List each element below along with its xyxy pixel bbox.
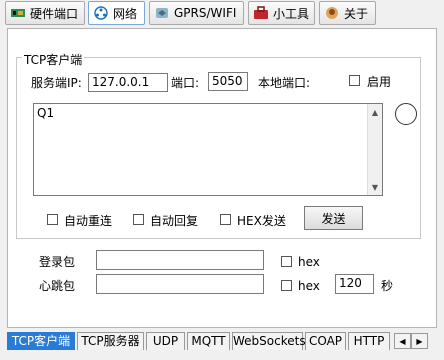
- tab-label: GPRS/WIFI: [174, 6, 237, 20]
- seconds-label: 秒: [381, 279, 394, 293]
- login-packet-input[interactable]: [96, 250, 264, 270]
- login-packet-label: 登录包: [39, 255, 76, 269]
- enable-label: 启用: [367, 75, 392, 89]
- tab-network[interactable]: 网络: [88, 1, 145, 25]
- bottom-tab-websockets[interactable]: WebSockets: [232, 332, 306, 350]
- tab-scroll-right-icon[interactable]: ▶: [411, 333, 428, 349]
- bottom-tab-coap[interactable]: COAP: [305, 332, 346, 350]
- auto-reply-label: 自动回复: [150, 214, 199, 228]
- auto-reply-checkbox[interactable]: [133, 214, 144, 225]
- port-label: 端口:: [171, 76, 200, 90]
- hex-send-label: HEX发送: [237, 214, 286, 228]
- enable-checkbox[interactable]: [349, 75, 360, 86]
- tab-label: 网络: [113, 6, 138, 21]
- auto-reconnect-checkbox[interactable]: [47, 214, 58, 225]
- login-hex-label: hex: [298, 255, 320, 269]
- auto-reconnect-label: 自动重连: [64, 214, 113, 228]
- tab-scroll-left-icon[interactable]: ◀: [394, 333, 411, 349]
- tab-gprs-wifi[interactable]: GPRS/WIFI: [149, 1, 244, 25]
- tab-label: 小工具: [273, 6, 310, 21]
- heartbeat-packet-label: 心跳包: [39, 279, 76, 293]
- bottom-tab-tcp-server[interactable]: TCP服务器: [77, 332, 144, 350]
- tab-about[interactable]: 关于: [319, 1, 376, 25]
- hex-send-checkbox[interactable]: [220, 214, 231, 225]
- local-port-label: 本地端口:: [258, 76, 311, 90]
- heartbeat-hex-label: hex: [298, 279, 320, 293]
- network-icon: [93, 6, 109, 20]
- toolbox-icon: [253, 6, 269, 20]
- tab-tools[interactable]: 小工具: [248, 1, 315, 25]
- group-title: TCP客户端: [22, 51, 85, 68]
- about-icon: [324, 6, 340, 20]
- heartbeat-hex-checkbox[interactable]: [281, 280, 292, 291]
- bottom-tab-http[interactable]: HTTP: [348, 332, 390, 350]
- message-text: Q1: [37, 106, 55, 120]
- connection-status-indicator: [395, 103, 417, 125]
- scroll-down-icon[interactable]: ▼: [368, 179, 382, 195]
- server-ip-label: 服务端IP:: [31, 76, 82, 90]
- board-icon: [10, 6, 26, 20]
- port-input[interactable]: 5050: [208, 72, 248, 91]
- server-ip-input[interactable]: 127.0.0.1: [88, 73, 168, 92]
- bottom-tab-udp[interactable]: UDP: [146, 332, 185, 350]
- bottom-tab-mqtt[interactable]: MQTT: [187, 332, 230, 350]
- tab-label: 关于: [344, 6, 369, 21]
- bottom-tab-tcp-client[interactable]: TCP客户端: [7, 332, 75, 350]
- textarea-scrollbar[interactable]: ▲ ▼: [367, 104, 382, 195]
- tab-label: 硬件端口: [30, 6, 79, 21]
- tab-hardware-port[interactable]: 硬件端口: [5, 1, 85, 25]
- gprs-wifi-icon: [154, 6, 170, 20]
- login-hex-checkbox[interactable]: [281, 256, 292, 267]
- scroll-up-icon[interactable]: ▲: [368, 104, 382, 120]
- heartbeat-interval-input[interactable]: 120: [335, 274, 374, 294]
- send-button[interactable]: 发送: [304, 206, 363, 230]
- heartbeat-packet-input[interactable]: [96, 274, 264, 294]
- message-textarea[interactable]: Q1 ▲ ▼: [33, 103, 383, 196]
